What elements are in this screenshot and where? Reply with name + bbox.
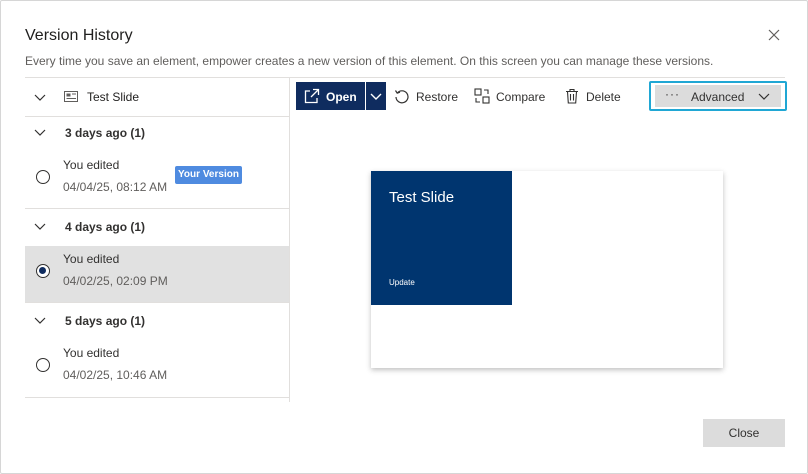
- group-label: 4 days ago (1): [65, 220, 146, 234]
- group-label: 3 days ago (1): [65, 126, 146, 140]
- chevron-down-icon[interactable]: [34, 91, 46, 103]
- version-tree: Test Slide 3 days ago (1) You edited 04/…: [25, 78, 289, 402]
- tree-root-label: Test Slide: [87, 90, 140, 104]
- version-item-selected[interactable]: You edited 04/02/25, 02:09 PM: [25, 246, 289, 302]
- divider: [25, 397, 289, 398]
- compare-button[interactable]: Compare: [474, 82, 550, 110]
- version-item[interactable]: You edited 04/02/25, 10:46 AM: [25, 340, 289, 396]
- version-timestamp: 04/04/25, 08:12 AM: [63, 180, 168, 194]
- version-timestamp: 04/02/25, 02:09 PM: [63, 274, 168, 288]
- slide-icon: [64, 91, 78, 102]
- compare-label: Compare: [496, 90, 546, 104]
- version-history-dialog: Version History Every time you save an e…: [0, 0, 808, 474]
- version-radio[interactable]: [36, 358, 50, 372]
- group-label: 5 days ago (1): [65, 314, 146, 328]
- version-item[interactable]: You edited 04/04/25, 08:12 AM Your Versi…: [25, 152, 289, 208]
- open-button[interactable]: Open: [296, 82, 365, 110]
- close-button[interactable]: Close: [703, 419, 785, 447]
- divider: [25, 302, 289, 303]
- open-dropdown-button[interactable]: [366, 82, 386, 110]
- your-version-badge: Your Version: [175, 166, 242, 184]
- more-icon: ···: [665, 87, 680, 101]
- version-author: You edited: [63, 346, 120, 360]
- restore-label: Restore: [416, 90, 459, 104]
- advanced-button[interactable]: ··· Advanced: [655, 85, 781, 107]
- close-icon[interactable]: [766, 27, 782, 43]
- chevron-down-icon: [370, 93, 382, 100]
- chevron-down-icon[interactable]: [34, 220, 46, 232]
- slide-title: Test Slide: [389, 189, 455, 206]
- version-timestamp: 04/02/25, 10:46 AM: [63, 368, 168, 382]
- dialog-subtitle: Every time you save an element, empower …: [25, 54, 714, 68]
- slide-preview: Test Slide Update: [371, 171, 723, 368]
- chevron-down-icon: [758, 93, 770, 100]
- version-author: You edited: [63, 158, 120, 172]
- delete-label: Delete: [586, 90, 621, 104]
- version-author: You edited: [63, 252, 120, 266]
- restore-button[interactable]: Restore: [394, 82, 460, 110]
- slide-title-block: Test Slide Update: [371, 171, 512, 305]
- version-radio[interactable]: [36, 170, 50, 184]
- chevron-down-icon[interactable]: [34, 126, 46, 138]
- divider: [25, 208, 289, 209]
- chevron-down-icon[interactable]: [34, 314, 46, 326]
- dialog-title: Version History: [25, 27, 133, 44]
- tree-root-row[interactable]: Test Slide: [25, 78, 289, 117]
- delete-button[interactable]: Delete: [564, 82, 626, 110]
- group-header-3-days[interactable]: 3 days ago (1): [25, 117, 289, 147]
- advanced-label: Advanced: [691, 90, 745, 104]
- trash-icon: [566, 88, 578, 104]
- restore-icon: [394, 90, 409, 104]
- group-header-5-days[interactable]: 5 days ago (1): [25, 305, 289, 335]
- group-header-4-days[interactable]: 4 days ago (1): [25, 211, 289, 241]
- compare-icon: [474, 88, 490, 104]
- slide-subtitle: Update: [389, 278, 415, 287]
- version-radio[interactable]: [36, 264, 50, 278]
- panel-divider: [289, 78, 290, 402]
- open-external-icon: [304, 88, 320, 104]
- open-label: Open: [326, 90, 357, 104]
